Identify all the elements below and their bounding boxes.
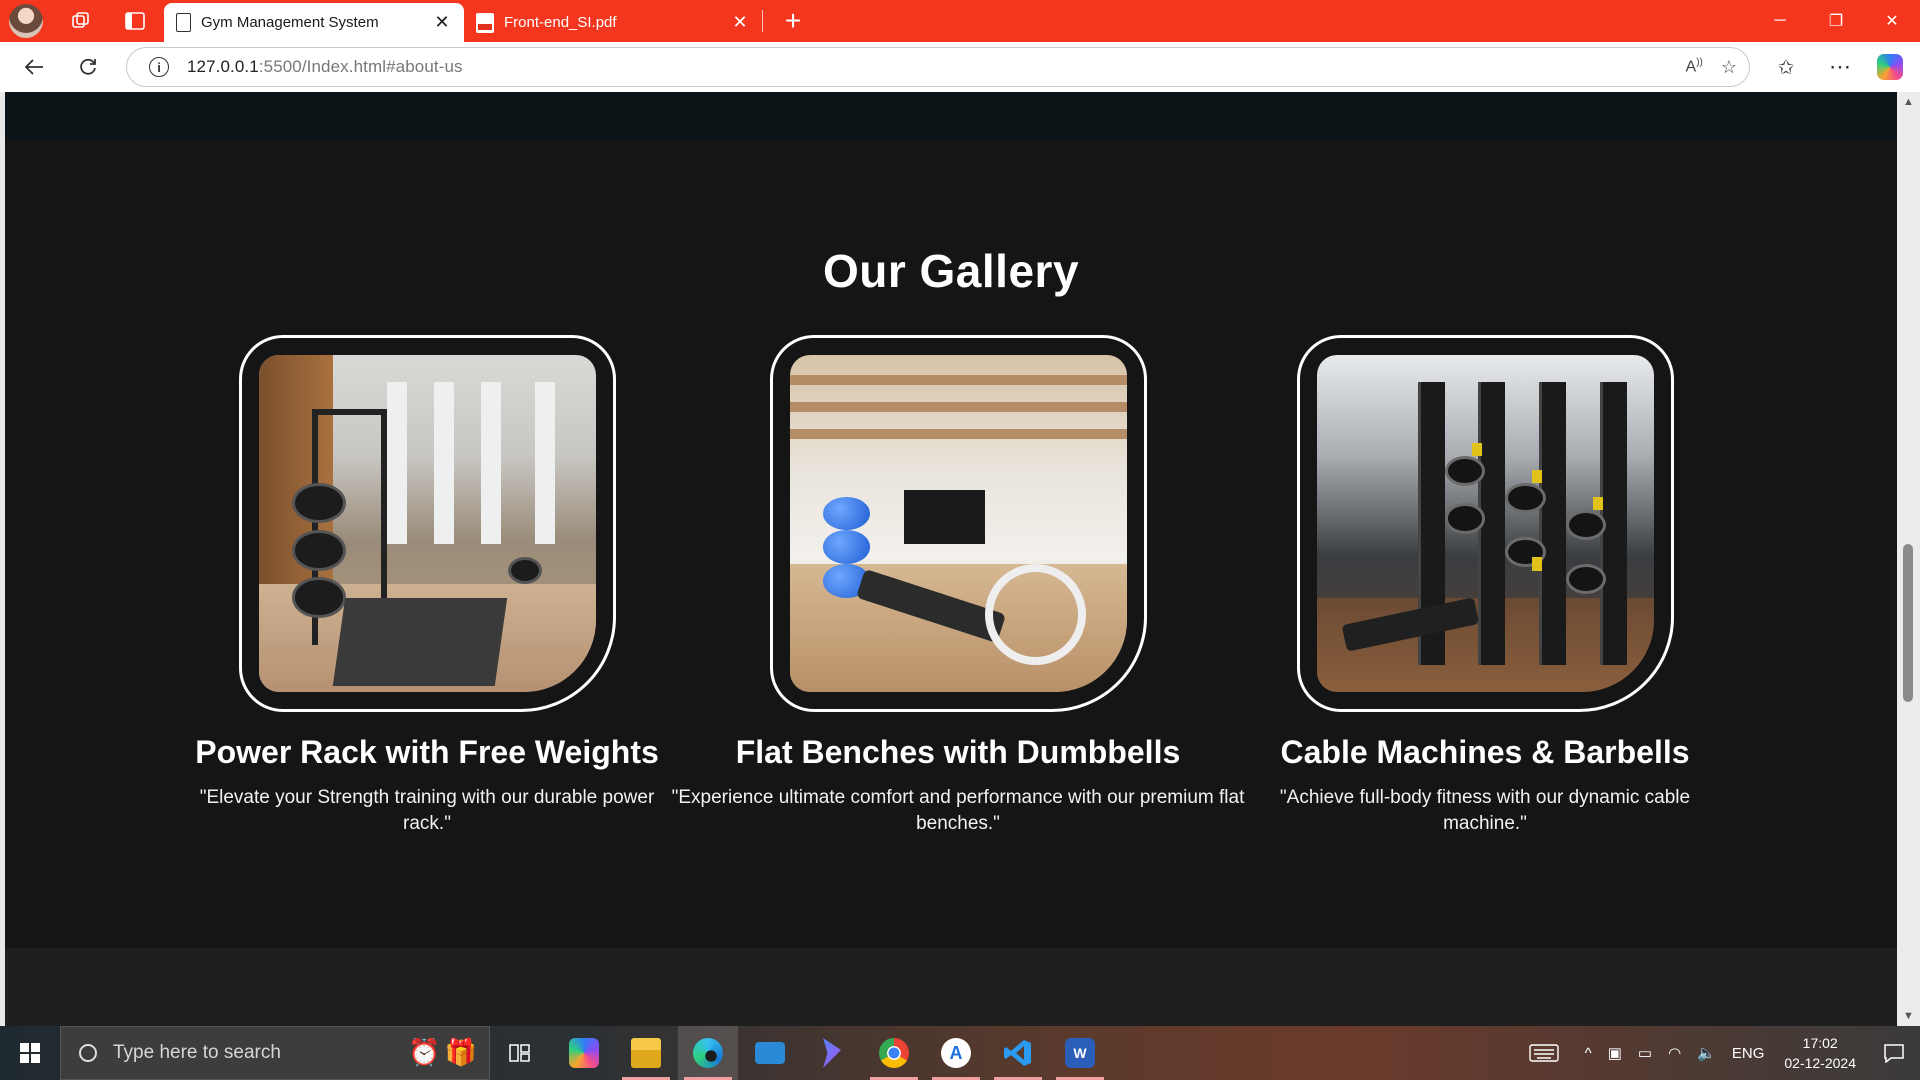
gift-icon: 🎁 [444,1037,477,1067]
volume-icon[interactable]: 🔈 [1689,1026,1724,1080]
clock-date: 02-12-2024 [1784,1055,1856,1071]
tab-title: Gym Management System [201,14,379,31]
word-icon: W [1065,1038,1095,1068]
cable-machine-photo [1316,355,1654,692]
start-button[interactable] [0,1026,60,1080]
next-section-edge [5,948,1897,1026]
windows-taskbar: Type here to search ⏰ 🎁 A W ^ ▣ ▭ ◠ 🔈 EN… [0,1026,1920,1080]
tab-gym-management[interactable]: Gym Management System ✕ [164,3,464,42]
gallery-image-frame [769,335,1147,712]
scroll-thumb[interactable] [1903,544,1913,702]
power-rack-photo [258,355,596,692]
browser-toolbar: i 127.0.0.1:5500/Index.html#about-us A))… [0,42,1920,92]
taskbar-vscode[interactable] [988,1026,1048,1080]
clock[interactable]: 17:02 02-12-2024 [1772,1033,1868,1073]
search-placeholder: Type here to search [113,1042,281,1063]
taskbar-search-box[interactable]: Type here to search ⏰ 🎁 [60,1026,490,1080]
gallery-heading: Our Gallery [822,245,1080,297]
back-button[interactable] [12,47,56,87]
chrome-icon [879,1038,909,1068]
new-tab-button[interactable]: + [776,4,810,38]
taskbar-file-explorer[interactable] [616,1026,676,1080]
close-window-button[interactable]: ✕ [1864,0,1920,42]
wifi-icon[interactable]: ◠ [1660,1026,1689,1080]
language-indicator[interactable]: ENG [1724,1026,1773,1080]
card-title: Cable Machines & Barbells [1280,734,1690,770]
browser-viewport: Our Gallery Power Rack with Free Weights… [0,92,1920,1026]
minimize-button[interactable]: ─ [1752,0,1808,42]
folder-icon [631,1038,661,1068]
pdf-icon [476,12,494,33]
card-title: Flat Benches with Dumbbells [735,734,1181,770]
taskbar-chrome[interactable] [864,1026,924,1080]
app-store-icon: A [941,1038,971,1068]
gallery-image-frame [1296,335,1674,712]
clock-time: 17:02 [1802,1035,1838,1051]
mail-icon [755,1042,785,1064]
taskbar-copilot[interactable] [554,1026,614,1080]
bing-icon [823,1038,841,1068]
page-icon [176,13,191,32]
show-hidden-icons-chevron[interactable]: ^ [1577,1026,1600,1080]
url-text: 127.0.0.1:5500/Index.html#about-us [187,57,463,76]
edge-icon [693,1038,723,1068]
taskbar-word[interactable]: W [1050,1026,1110,1080]
gallery-card: Flat Benches with Dumbbells "Experience … [665,335,1251,837]
gallery-image-frame [238,335,616,712]
taskbar-mail[interactable] [740,1026,800,1080]
taskbar-app-bing[interactable] [802,1026,862,1080]
gallery-card: Cable Machines & Barbells "Achieve full-… [1250,335,1720,837]
window-controls: ─ ❐ ✕ [1752,0,1920,42]
meet-now-icon[interactable]: ▣ [1600,1026,1630,1080]
copilot-icon [1877,54,1903,80]
close-tab-icon[interactable]: ✕ [730,12,750,33]
notifications-icon[interactable] [1868,1026,1920,1080]
web-page: Our Gallery Power Rack with Free Weights… [5,92,1897,1026]
alarm-clock-icon: ⏰ [408,1037,441,1067]
tab-actions-icon[interactable] [117,3,153,39]
more-options-icon[interactable]: ⋯ [1818,47,1862,87]
address-bar[interactable]: i 127.0.0.1:5500/Index.html#about-us A))… [126,47,1750,87]
search-highlight-icons: ⏰ 🎁 [408,1037,477,1068]
workspaces-icon[interactable] [63,3,99,39]
input-indicator-icon[interactable] [1521,1026,1567,1080]
taskbar-edge[interactable] [678,1026,738,1080]
site-info-button[interactable]: i [139,57,179,77]
vscode-icon [1004,1040,1031,1066]
search-icon [79,1044,97,1062]
favorite-star-icon[interactable]: ☆ [1721,57,1737,78]
card-title: Power Rack with Free Weights [195,734,659,770]
card-description: "Achieve full-body fitness with our dyna… [1279,787,1691,834]
card-description: "Elevate your Strength training with our… [199,787,655,834]
gallery-card: Power Rack with Free Weights "Elevate yo… [192,335,662,837]
flat-bench-photo [789,355,1127,692]
favorites-icon[interactable]: ✩ [1764,47,1808,87]
system-tray: ^ ▣ ▭ ◠ 🔈 ENG 17:02 02-12-2024 [1521,1026,1920,1080]
task-view-icon [509,1044,530,1062]
scroll-down-arrow[interactable]: ▼ [1897,1006,1920,1026]
card-description: "Experience ultimate comfort and perform… [671,787,1245,834]
windows-logo-icon [20,1043,40,1063]
restore-button[interactable]: ❐ [1808,0,1864,42]
copilot-icon [569,1038,599,1068]
previous-section-edge [5,92,1897,140]
refresh-button[interactable] [66,47,110,87]
page-scrollbar[interactable]: ▲ ▼ [1897,92,1920,1026]
tab-separator [762,10,763,32]
copilot-button[interactable] [1868,47,1912,87]
tab-title: Front-end_SI.pdf [504,14,617,31]
info-icon: i [149,57,169,77]
profile-avatar[interactable] [9,4,43,38]
taskbar-app-store[interactable]: A [926,1026,986,1080]
battery-icon[interactable]: ▭ [1630,1026,1660,1080]
task-view-button[interactable] [490,1026,550,1080]
scroll-up-arrow[interactable]: ▲ [1897,92,1920,112]
read-aloud-icon[interactable]: A)) [1686,57,1703,76]
browser-title-bar: Gym Management System ✕ Front-end_SI.pdf… [0,0,1920,42]
close-tab-icon[interactable]: ✕ [432,12,452,33]
tab-front-end-pdf[interactable]: Front-end_SI.pdf ✕ [464,3,762,42]
